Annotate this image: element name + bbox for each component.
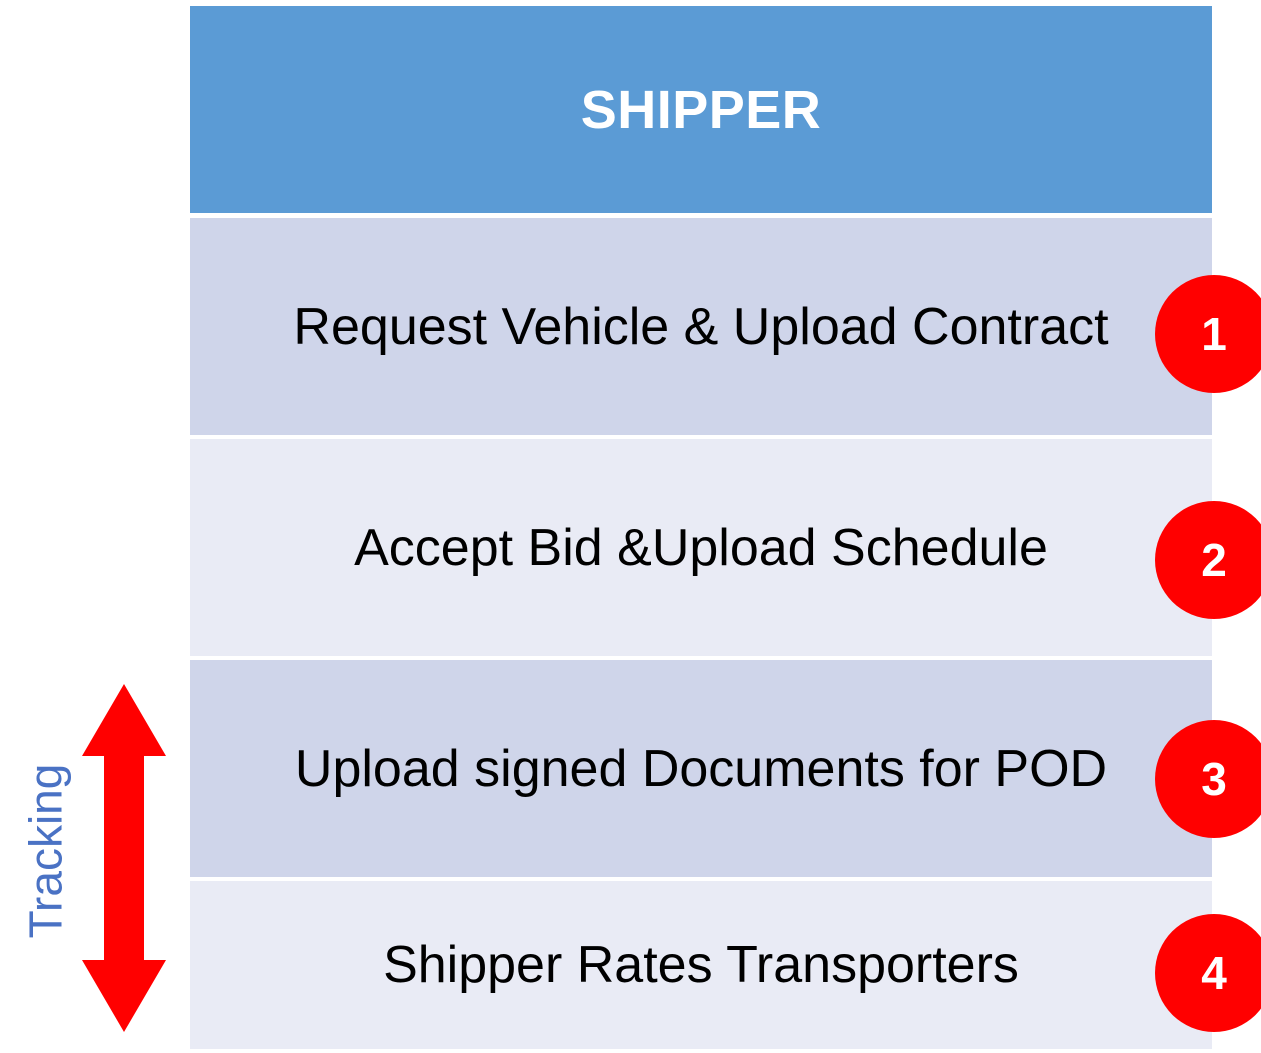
double-arrow-icon	[82, 684, 166, 1032]
step-row-4: Shipper Rates Transporters	[190, 881, 1212, 1049]
double-arrow-shape	[82, 684, 166, 1032]
step-number-1: 1	[1201, 308, 1227, 360]
header-title: SHIPPER	[580, 79, 822, 140]
step-row-1: Request Vehicle & Upload Contract	[190, 218, 1212, 435]
tracking-label-text: Tracking	[19, 763, 71, 939]
step-label-1: Request Vehicle & Upload Contract	[293, 297, 1109, 356]
step-label-4: Shipper Rates Transporters	[383, 936, 1019, 994]
step-number-badge-1: 1	[1155, 275, 1261, 393]
tracking-label: Tracking	[12, 726, 78, 976]
step-number-badge-3: 3	[1155, 720, 1261, 838]
step-number-badge-2: 2	[1155, 501, 1261, 619]
step-number-badge-4: 4	[1155, 914, 1261, 1032]
step-number-3: 3	[1201, 753, 1227, 805]
shipper-process-table: SHIPPER Request Vehicle & Upload Contrac…	[190, 6, 1212, 1049]
step-row-2: Accept Bid &Upload Schedule	[190, 439, 1212, 656]
step-number-2: 2	[1201, 534, 1227, 586]
step-label-2: Accept Bid &Upload Schedule	[354, 518, 1048, 577]
step-number-4: 4	[1201, 947, 1227, 999]
table-header: SHIPPER	[190, 6, 1212, 213]
step-label-3: Upload signed Documents for POD	[294, 739, 1108, 798]
step-row-3: Upload signed Documents for POD	[190, 660, 1212, 877]
